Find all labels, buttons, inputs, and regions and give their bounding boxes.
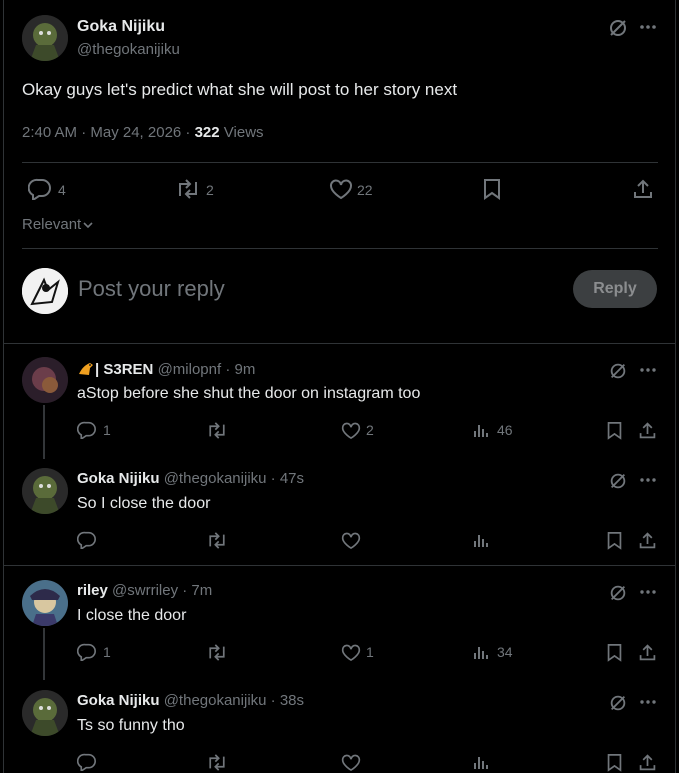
views-icon[interactable]	[473, 644, 491, 660]
like-count: 22	[357, 182, 373, 198]
share-icon[interactable]	[638, 421, 657, 440]
views-count: 46	[497, 422, 513, 438]
grok-icon[interactable]	[608, 361, 628, 381]
reply-count: 1	[103, 422, 111, 438]
views-label: Views	[223, 124, 264, 141]
grok-icon[interactable]	[607, 17, 629, 39]
post-timestamp[interactable]: 2:40 AM · May 24, 2026 ·	[22, 124, 195, 141]
more-options-icon[interactable]	[638, 363, 658, 377]
author-avatar[interactable]	[22, 15, 68, 61]
more-options-icon[interactable]	[638, 473, 658, 487]
reply-avatar[interactable]	[22, 580, 68, 626]
divider	[22, 162, 658, 163]
share-icon[interactable]	[632, 178, 654, 200]
divider	[22, 248, 658, 249]
grok-icon[interactable]	[608, 471, 628, 491]
more-options-icon[interactable]	[638, 20, 658, 34]
share-icon[interactable]	[638, 531, 657, 550]
reply-count: 1	[103, 644, 111, 660]
more-options-icon[interactable]	[638, 695, 658, 709]
reply-author-handle[interactable]: @swrriley	[112, 582, 178, 599]
views-icon[interactable]	[473, 422, 491, 438]
reply-author-name[interactable]: | S3REN	[95, 361, 153, 378]
like-icon[interactable]	[341, 532, 361, 550]
author-handle[interactable]: @thegokanijiku	[77, 41, 180, 58]
like-icon[interactable]	[341, 644, 361, 662]
views-count: 322	[194, 124, 220, 141]
reply-time[interactable]: · 47s	[271, 470, 304, 487]
views-icon[interactable]	[473, 754, 491, 770]
reply-author-name[interactable]: Goka Nijiku	[77, 470, 160, 487]
reply-header: Goka Nijiku @thegokanijiku · 38s	[77, 692, 304, 709]
post-meta: 2:40 AM · May 24, 2026 · 322 Views	[22, 124, 264, 141]
author-name[interactable]: Goka Nijiku	[77, 18, 165, 36]
repost-icon[interactable]	[175, 179, 201, 199]
reply-avatar[interactable]	[22, 690, 68, 736]
sort-label: Relevant	[22, 216, 82, 233]
horse-emoji-icon	[77, 360, 95, 380]
reply-text: I close the door	[77, 607, 187, 624]
views-count: 34	[497, 644, 513, 660]
reply-avatar[interactable]	[22, 357, 68, 403]
like-icon[interactable]	[341, 754, 361, 772]
reply-avatar[interactable]	[22, 468, 68, 514]
reply-time[interactable]: · 9m	[225, 361, 255, 378]
share-icon[interactable]	[638, 643, 657, 662]
reply-count: 4	[58, 182, 66, 198]
post-text: Okay guys let's predict what she will po…	[22, 80, 458, 99]
reply-text: aStop before she shut the door on instag…	[77, 385, 421, 402]
reply-button[interactable]: Reply	[573, 270, 657, 308]
reply-author-handle[interactable]: @thegokanijiku	[164, 470, 267, 487]
reply-author-name[interactable]: riley	[77, 582, 108, 599]
like-icon[interactable]	[329, 179, 353, 200]
grok-icon[interactable]	[608, 693, 628, 713]
sort-dropdown[interactable]: Relevant	[22, 216, 94, 234]
reply-time[interactable]: · 38s	[271, 692, 304, 709]
reply-header: Goka Nijiku @thegokanijiku · 47s	[77, 470, 304, 487]
share-icon[interactable]	[638, 753, 657, 772]
reply-header: riley @swrriley · 7m	[77, 582, 212, 599]
reply-author-name[interactable]: Goka Nijiku	[77, 692, 160, 709]
like-count: 2	[366, 422, 374, 438]
thread-line	[43, 405, 45, 459]
bookmark-icon[interactable]	[482, 178, 502, 200]
reply-text: So I close the door	[77, 495, 211, 512]
repost-icon[interactable]	[206, 422, 228, 439]
chevron-down-icon	[82, 217, 94, 234]
reply-time[interactable]: · 7m	[182, 582, 212, 599]
reply-author-handle[interactable]: @milopnf	[158, 361, 222, 378]
bookmark-icon[interactable]	[606, 753, 623, 772]
thread-line	[43, 628, 45, 680]
reply-icon[interactable]	[77, 421, 97, 439]
reply-icon[interactable]	[77, 643, 97, 661]
reply-icon[interactable]	[77, 531, 97, 549]
like-count: 1	[366, 644, 374, 660]
divider	[4, 343, 675, 344]
reply-icon[interactable]	[28, 178, 52, 200]
grok-icon[interactable]	[608, 583, 628, 603]
like-icon[interactable]	[341, 422, 361, 440]
views-icon[interactable]	[473, 532, 491, 548]
bookmark-icon[interactable]	[606, 531, 623, 550]
current-user-avatar[interactable]	[22, 268, 68, 314]
reply-input[interactable]: Post your reply	[78, 276, 558, 302]
repost-icon[interactable]	[206, 532, 228, 549]
reply-text: Ts so funny tho	[77, 717, 185, 734]
repost-icon[interactable]	[206, 754, 228, 771]
reply-icon[interactable]	[77, 753, 97, 771]
repost-icon[interactable]	[206, 644, 228, 661]
divider	[4, 565, 675, 566]
repost-count: 2	[206, 182, 214, 198]
reply-header: | S3REN @milopnf · 9m	[77, 360, 255, 380]
reply-author-handle[interactable]: @thegokanijiku	[164, 692, 267, 709]
bookmark-icon[interactable]	[606, 421, 623, 440]
more-options-icon[interactable]	[638, 585, 658, 599]
bookmark-icon[interactable]	[606, 643, 623, 662]
